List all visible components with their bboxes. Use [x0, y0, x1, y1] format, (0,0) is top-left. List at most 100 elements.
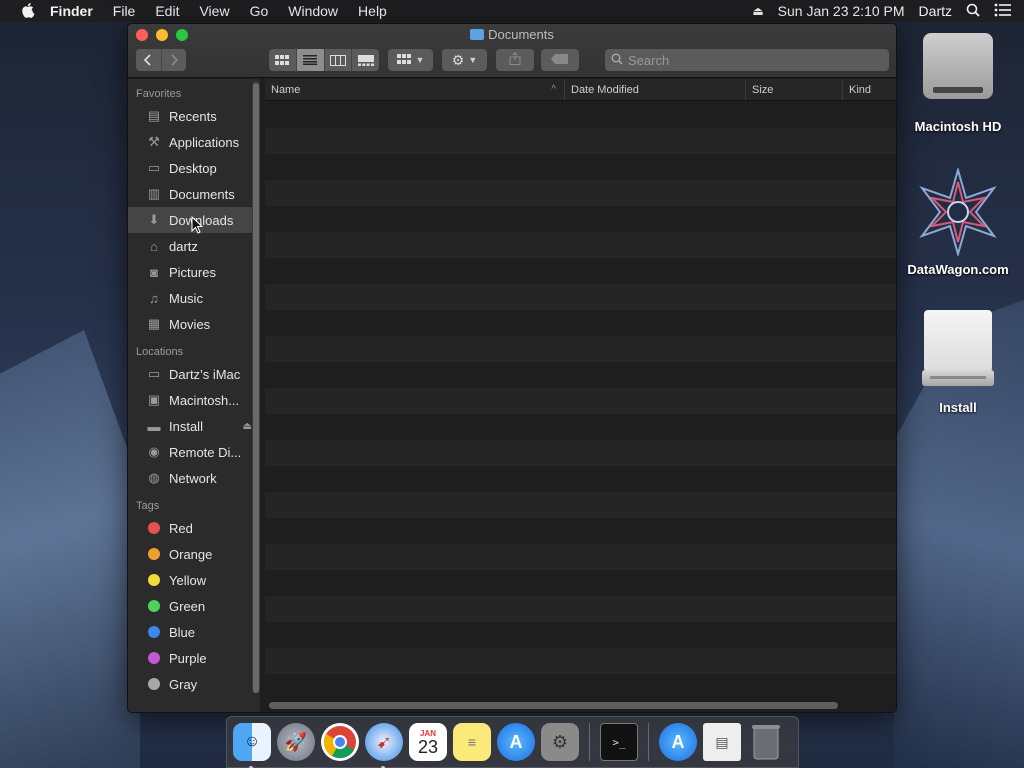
- file-rows-empty[interactable]: [265, 102, 896, 700]
- tag-color-dot: [148, 574, 160, 586]
- desktop-icon-macintosh-hd[interactable]: Macintosh HD: [898, 33, 1018, 134]
- sidebar-tag-blue[interactable]: Blue: [128, 619, 260, 645]
- document-icon: ▥: [147, 186, 161, 201]
- chrome-dock-icon[interactable]: [321, 723, 359, 761]
- sidebar-item-home[interactable]: ⌂ dartz: [128, 233, 260, 259]
- menu-view[interactable]: View: [189, 0, 239, 22]
- applications-icon: ⚒: [148, 134, 160, 149]
- notification-center-icon[interactable]: [994, 3, 1012, 20]
- menu-app-name[interactable]: Finder: [40, 0, 103, 22]
- launchpad-dock-icon[interactable]: 🚀: [277, 723, 315, 761]
- menu-go[interactable]: Go: [240, 0, 279, 22]
- title-bar[interactable]: Documents ▼ ⚙ ▼ Search: [128, 24, 896, 78]
- action-menu-button[interactable]: ⚙ ▼: [442, 49, 487, 71]
- sidebar-item-documents[interactable]: ▥ Documents: [128, 181, 260, 207]
- sidebar-item-network[interactable]: ◍ Network: [128, 465, 260, 491]
- sidebar: Favorites ▤ Recents ⚒ Applications ▭ Deskto…: [128, 79, 260, 712]
- sidebar-item-label: Blue: [169, 624, 196, 640]
- menu-user[interactable]: Dartz: [919, 3, 952, 19]
- sidebar-scroll-thumb[interactable]: [253, 83, 259, 693]
- group-by-button[interactable]: ▼: [388, 49, 433, 71]
- sidebar-item-label: Desktop: [169, 160, 217, 176]
- document-dock-icon[interactable]: ▤: [703, 723, 741, 761]
- hard-drive-icon: [923, 33, 993, 111]
- sidebar-item-label: Yellow: [169, 572, 207, 588]
- sidebar-item-pictures[interactable]: ◙ Pictures: [128, 259, 260, 285]
- notes-dock-icon[interactable]: ≡: [453, 723, 491, 761]
- column-header-label: Kind: [849, 84, 872, 96]
- tag-color-dot: [148, 678, 160, 690]
- sidebar-tag-green[interactable]: Green: [128, 593, 260, 619]
- app-store-installer-dock-icon[interactable]: A: [659, 723, 697, 761]
- folder-icon: [470, 29, 485, 40]
- app-store-dock-icon[interactable]: A: [497, 723, 535, 761]
- sidebar-tag-gray[interactable]: Gray: [128, 671, 260, 697]
- sidebar-item-macintosh-hd[interactable]: ▣ Macintosh...: [128, 387, 260, 413]
- camera-icon: ◙: [150, 264, 158, 280]
- sidebar-item-remote-disc[interactable]: ◉ Remote Di...: [128, 439, 260, 465]
- desktop-icon: ▭: [147, 160, 161, 175]
- sidebar-tag-purple[interactable]: Purple: [128, 645, 260, 671]
- column-header-name[interactable]: Name ^: [265, 79, 565, 100]
- menu-help[interactable]: Help: [348, 0, 397, 22]
- apple-menu-icon[interactable]: [18, 0, 40, 22]
- column-header-date-modified[interactable]: Date Modified: [565, 79, 746, 100]
- column-view-button[interactable]: [323, 49, 352, 71]
- sidebar-tag-orange[interactable]: Orange: [128, 541, 260, 567]
- eject-icon[interactable]: ⏏: [752, 4, 763, 18]
- list-view-button[interactable]: [295, 49, 324, 71]
- sidebar-item-music[interactable]: ♫ Music: [128, 285, 260, 311]
- share-button[interactable]: [496, 49, 534, 71]
- sidebar-item-label: Remote Di...: [169, 444, 242, 460]
- sidebar-item-imac[interactable]: ▭ Dartz’s iMac: [128, 361, 260, 387]
- sidebar-item-install[interactable]: ▬ Install ⏏: [128, 413, 260, 439]
- horizontal-scrollbar[interactable]: [269, 702, 838, 709]
- nav-buttons: [136, 49, 186, 71]
- desktop-icon-label: DataWagon.com: [907, 262, 1009, 277]
- sidebar-scrollbar[interactable]: [252, 81, 260, 693]
- spotlight-search-icon[interactable]: [966, 3, 980, 20]
- home-icon: ⌂: [150, 238, 158, 254]
- desktop-icon-datawagon[interactable]: DataWagon.com: [898, 166, 1018, 277]
- globe-icon: ◍: [148, 470, 160, 485]
- forward-button[interactable]: [160, 49, 187, 71]
- desktop-icon-install[interactable]: Install: [898, 310, 1018, 415]
- search-field[interactable]: Search: [605, 49, 889, 71]
- gear-icon: ⚙: [451, 51, 465, 68]
- menu-window[interactable]: Window: [278, 0, 348, 22]
- menu-clock[interactable]: Sun Jan 23 2:10 PM: [778, 3, 905, 19]
- back-button[interactable]: [136, 49, 161, 71]
- finder-dock-icon[interactable]: ☺: [233, 723, 271, 768]
- desktop-icon-label: Macintosh HD: [914, 119, 1002, 134]
- edit-tags-button[interactable]: [541, 49, 579, 71]
- sidebar-item-label: Pictures: [169, 264, 216, 280]
- sidebar-item-movies[interactable]: ▦ Movies: [128, 311, 260, 337]
- eject-icon[interactable]: ⏏: [243, 421, 252, 432]
- sidebar-item-desktop[interactable]: ▭ Desktop: [128, 155, 260, 181]
- safari-dock-icon[interactable]: ➹: [365, 723, 403, 768]
- sidebar-item-label: Install: [169, 418, 203, 434]
- sort-ascending-icon: ^: [551, 84, 556, 95]
- sidebar-item-label: Orange: [169, 546, 213, 562]
- view-mode-buttons: [269, 49, 379, 71]
- column-header-label: Name: [271, 84, 301, 96]
- sidebar-tag-red[interactable]: Red: [128, 515, 260, 541]
- chevron-down-icon: ▼: [468, 55, 478, 65]
- system-preferences-dock-icon[interactable]: ⚙: [541, 723, 579, 761]
- calendar-dock-icon[interactable]: JAN 23: [409, 723, 447, 761]
- menu-file[interactable]: File: [103, 0, 146, 22]
- star-logo-icon: [914, 166, 1002, 258]
- tags-heading: Tags: [136, 500, 160, 512]
- gallery-view-button[interactable]: [351, 49, 379, 71]
- sidebar-item-label: Macintosh...: [169, 392, 240, 408]
- terminal-dock-icon[interactable]: >_: [600, 723, 638, 761]
- computer-icon: ▭: [147, 366, 161, 381]
- menu-edit[interactable]: Edit: [145, 0, 189, 22]
- sidebar-tag-yellow[interactable]: Yellow: [128, 567, 260, 593]
- sidebar-item-recents[interactable]: ▤ Recents: [128, 103, 260, 129]
- column-header-kind[interactable]: Kind: [843, 79, 896, 100]
- trash-dock-icon[interactable]: [747, 723, 785, 761]
- icon-view-button[interactable]: [269, 49, 296, 71]
- column-header-size[interactable]: Size: [746, 79, 843, 100]
- sidebar-item-applications[interactable]: ⚒ Applications: [128, 129, 260, 155]
